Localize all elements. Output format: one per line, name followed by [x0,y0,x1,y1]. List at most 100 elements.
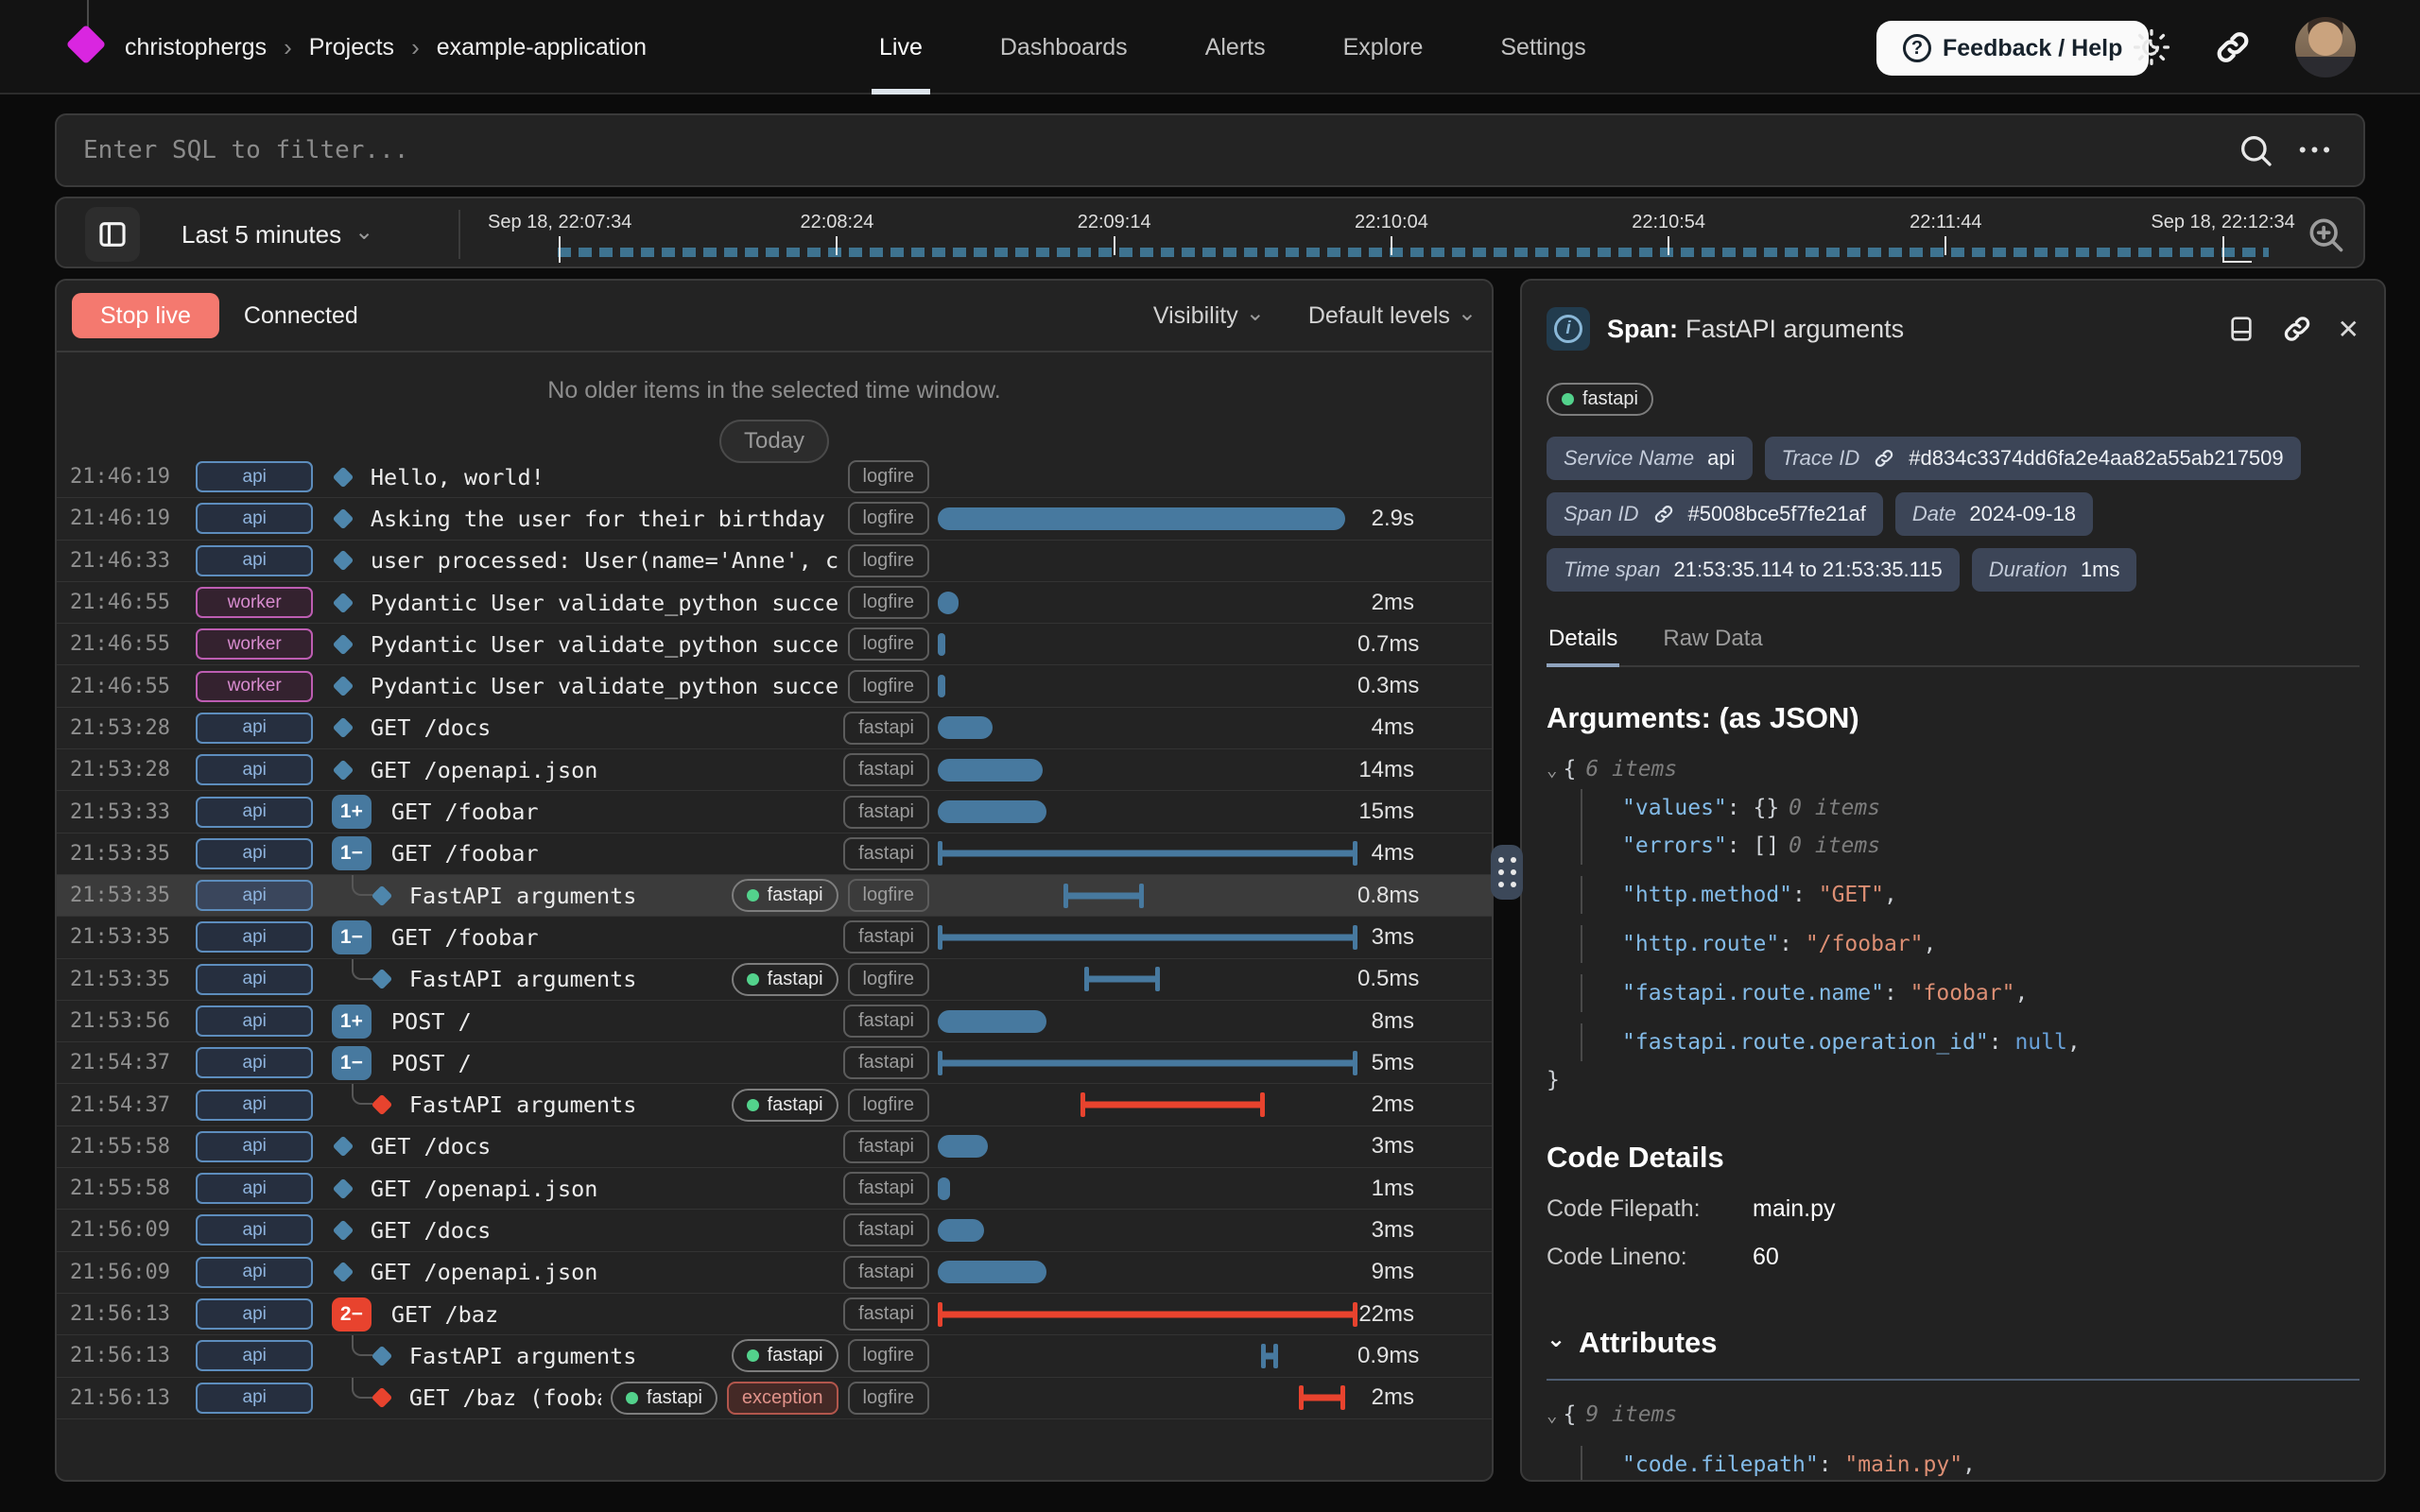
service-tag-api[interactable]: api [196,1340,312,1371]
row-duration: 5ms [1357,1050,1492,1076]
log-row[interactable]: 21:54:37apiFastAPI argumentsfastapilogfi… [57,1084,1492,1125]
more-options-icon[interactable]: ••• [2299,138,2335,163]
log-row[interactable]: 21:53:28apiGET /docsfastapi4ms [57,708,1492,749]
service-tag-api[interactable]: api [196,921,312,953]
breadcrumb-item[interactable]: example-application [437,34,647,61]
children-count-badge[interactable]: 1− [332,836,372,870]
span-diamond-icon [372,969,393,990]
log-row[interactable]: 21:55:58apiGET /docsfastapi3ms [57,1126,1492,1168]
service-tag-api[interactable]: api [196,1005,312,1037]
service-tag-api[interactable]: api [196,461,312,492]
avatar[interactable] [2295,17,2356,77]
log-row[interactable]: 21:53:35api1−GET /foobarfastapi3ms [57,917,1492,958]
sql-filter-input[interactable]: Enter SQL to filter... [83,136,2237,164]
service-tag-api[interactable]: api [196,838,312,869]
service-tag-api[interactable]: api [196,545,312,576]
service-tag-api[interactable]: api [196,964,312,995]
feedback-help-button[interactable]: ? Feedback / Help [1876,21,2149,76]
service-tag-api[interactable]: api [196,1090,312,1121]
children-count-badge[interactable]: 1+ [332,795,372,829]
share-link-icon[interactable] [2210,25,2256,70]
log-row[interactable]: 21:53:35apiFastAPI argumentsfastapilogfi… [57,875,1492,917]
logfire-logo[interactable] [68,0,106,94]
children-count-badge[interactable]: 1− [332,920,372,954]
tab-raw-data[interactable]: Raw Data [1661,616,1764,665]
log-row[interactable]: 21:53:35api1−GET /foobarfastapi4ms [57,833,1492,875]
collapse-caret-icon[interactable]: ⌄ [1547,760,1557,781]
service-tag-worker[interactable]: worker [196,671,312,702]
log-row[interactable]: 21:53:33api1+GET /foobarfastapi15ms [57,791,1492,833]
log-row[interactable]: 21:54:37api1−POST /fastapi5ms [57,1042,1492,1084]
log-row[interactable]: 21:53:56api1+POST /fastapi8ms [57,1001,1492,1042]
nav-tab-explore[interactable]: Explore [1343,0,1424,94]
link-icon[interactable] [2281,313,2313,345]
time-range-select[interactable]: Last 5 minutes ⌄ [182,198,373,270]
metadata-chip-service-name[interactable]: Service Nameapi [1547,437,1753,480]
default-levels-dropdown[interactable]: Default levels ⌄ [1308,302,1477,330]
service-tag-api[interactable]: api [196,797,312,828]
service-tag-api[interactable]: api [196,1298,312,1330]
nav-tab-settings[interactable]: Settings [1500,0,1585,94]
log-row[interactable]: 21:56:13apiGET /baz (foobar)fastapiexcep… [57,1378,1492,1419]
service-tag-api[interactable]: api [196,1173,312,1204]
row-timestamp: 21:53:33 [70,800,181,824]
service-tag-api[interactable]: api [196,1383,312,1414]
metadata-chip-time-span[interactable]: Time span21:53:35.114 to 21:53:35.115 [1547,548,1960,592]
timeline[interactable]: Sep 18, 22:07:3422:08:2422:09:1422:10:04… [492,198,2288,270]
log-row[interactable]: 21:56:09apiGET /docsfastapi3ms [57,1210,1492,1251]
row-message: user processed: User(name='Anne', co [371,547,838,574]
metadata-chip-duration[interactable]: Duration1ms [1972,548,2137,592]
nav-tab-dashboards[interactable]: Dashboards [1000,0,1128,94]
log-row[interactable]: 21:46:55workerPydantic User validate_pyt… [57,582,1492,624]
chip-value: api [1707,446,1735,471]
metadata-chip-date[interactable]: Date2024-09-18 [1895,492,2093,536]
log-row[interactable]: 21:46:55workerPydantic User validate_pyt… [57,624,1492,665]
timeline-tick [559,236,561,263]
log-row[interactable]: 21:56:13api2−GET /bazfastapi22ms [57,1294,1492,1335]
nav-tab-alerts[interactable]: Alerts [1205,0,1266,94]
metadata-chip-trace-id[interactable]: Trace ID#d834c3374dd6fa2e4aa82a55ab21750… [1765,437,2301,480]
service-tag-api[interactable]: api [196,1131,312,1162]
nav-tab-live[interactable]: Live [879,0,923,94]
visibility-dropdown[interactable]: Visibility ⌄ [1153,302,1265,330]
log-row[interactable]: 21:55:58apiGET /openapi.jsonfastapi1ms [57,1168,1492,1210]
row-message: GET /openapi.json [371,757,834,783]
breadcrumb-item[interactable]: christophergs [125,34,267,61]
sidebar-toggle-button[interactable] [85,207,140,262]
close-icon[interactable]: ✕ [2338,314,2360,345]
attributes-section-toggle[interactable]: ⌄ Attributes [1547,1326,2360,1360]
service-tag-api[interactable]: api [196,713,312,744]
log-row[interactable]: 21:56:13apiFastAPI argumentsfastapilogfi… [57,1335,1492,1377]
search-icon[interactable] [2237,131,2274,169]
children-count-badge[interactable]: 1+ [332,1005,372,1039]
json-line: "code.filepath": "main.py", [1581,1446,2360,1482]
breadcrumb-item[interactable]: Projects [309,34,394,61]
service-tag-api[interactable]: api [196,503,312,534]
service-tag-api[interactable]: api [196,754,312,785]
children-count-badge[interactable]: 1− [332,1046,372,1080]
service-tag-worker[interactable]: worker [196,587,312,618]
log-row[interactable]: 21:46:19apiAsking the user for their bir… [57,498,1492,540]
service-tag-api[interactable]: api [196,1257,312,1288]
service-tag-api[interactable]: api [196,1214,312,1246]
tab-details[interactable]: Details [1547,616,1619,665]
metadata-chip-span-id[interactable]: Span ID#5008bce5f7fe21af [1547,492,1883,536]
panel-resize-handle[interactable] [1491,845,1523,900]
log-row[interactable]: 21:53:35apiFastAPI argumentsfastapilogfi… [57,959,1492,1001]
sql-filter-bar[interactable]: Enter SQL to filter... ••• [55,113,2365,187]
panel-bottom-icon[interactable] [2226,314,2256,344]
service-tag-api[interactable]: api [196,880,312,911]
zoom-in-icon[interactable] [2305,214,2346,255]
top-nav-bar: christophergs›Projects›example-applicati… [0,0,2420,94]
stop-live-button[interactable]: Stop live [72,293,219,338]
log-row[interactable]: 21:46:55workerPydantic User validate_pyt… [57,665,1492,707]
log-row[interactable]: 21:53:28apiGET /openapi.jsonfastapi14ms [57,749,1492,791]
theme-toggle-icon[interactable] [2129,25,2174,70]
service-tag-worker[interactable]: worker [196,628,312,660]
children-count-badge[interactable]: 2− [332,1297,372,1332]
service-tag-api[interactable]: api [196,1047,312,1078]
log-row[interactable]: 21:46:19apiHello, world!logfire [57,456,1492,498]
collapse-caret-icon[interactable]: ⌄ [1547,1405,1557,1426]
log-row[interactable]: 21:46:33apiuser processed: User(name='An… [57,541,1492,582]
log-row[interactable]: 21:56:09apiGET /openapi.jsonfastapi9ms [57,1252,1492,1294]
